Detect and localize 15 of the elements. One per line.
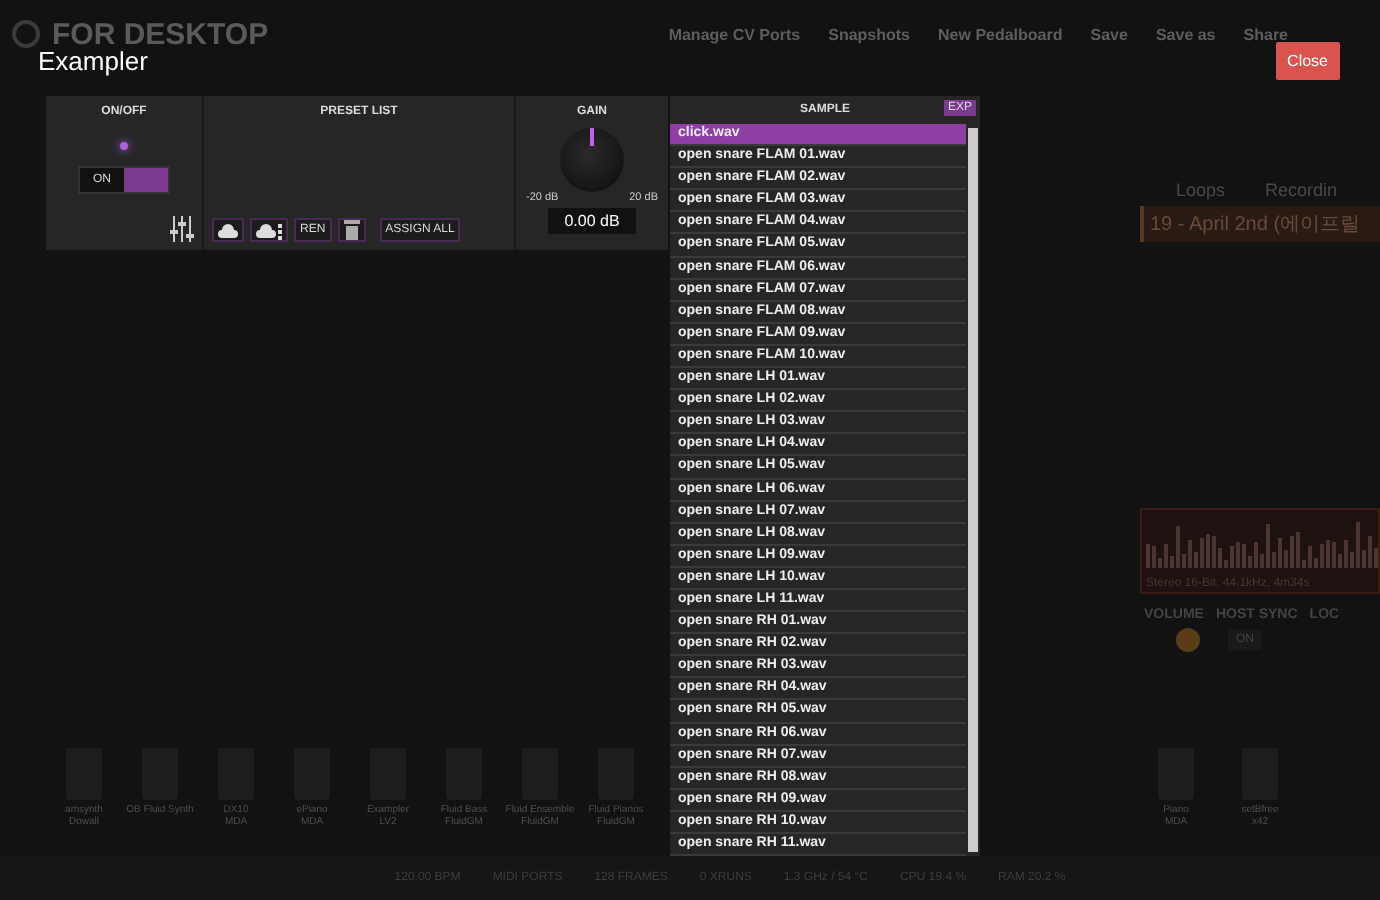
- close-button[interactable]: Close: [1275, 41, 1340, 79]
- logo-icon: [12, 20, 40, 48]
- gain-value: 0.00 dB: [548, 208, 636, 234]
- cloud-icon: [218, 221, 238, 239]
- save-as-button[interactable]: [250, 218, 288, 242]
- delete-button[interactable]: [337, 218, 366, 242]
- trash-icon: [343, 220, 360, 240]
- save-button[interactable]: [212, 218, 244, 242]
- cloud-icon: [256, 221, 282, 239]
- brand-title: FOR DESKTOP: [52, 17, 269, 51]
- sliders-icon: [170, 216, 194, 242]
- scrollbar[interactable]: [968, 128, 978, 853]
- dialog-title: Exampler: [38, 45, 148, 75]
- gain-knob[interactable]: [560, 128, 624, 192]
- volume-knob[interactable]: [1176, 628, 1200, 652]
